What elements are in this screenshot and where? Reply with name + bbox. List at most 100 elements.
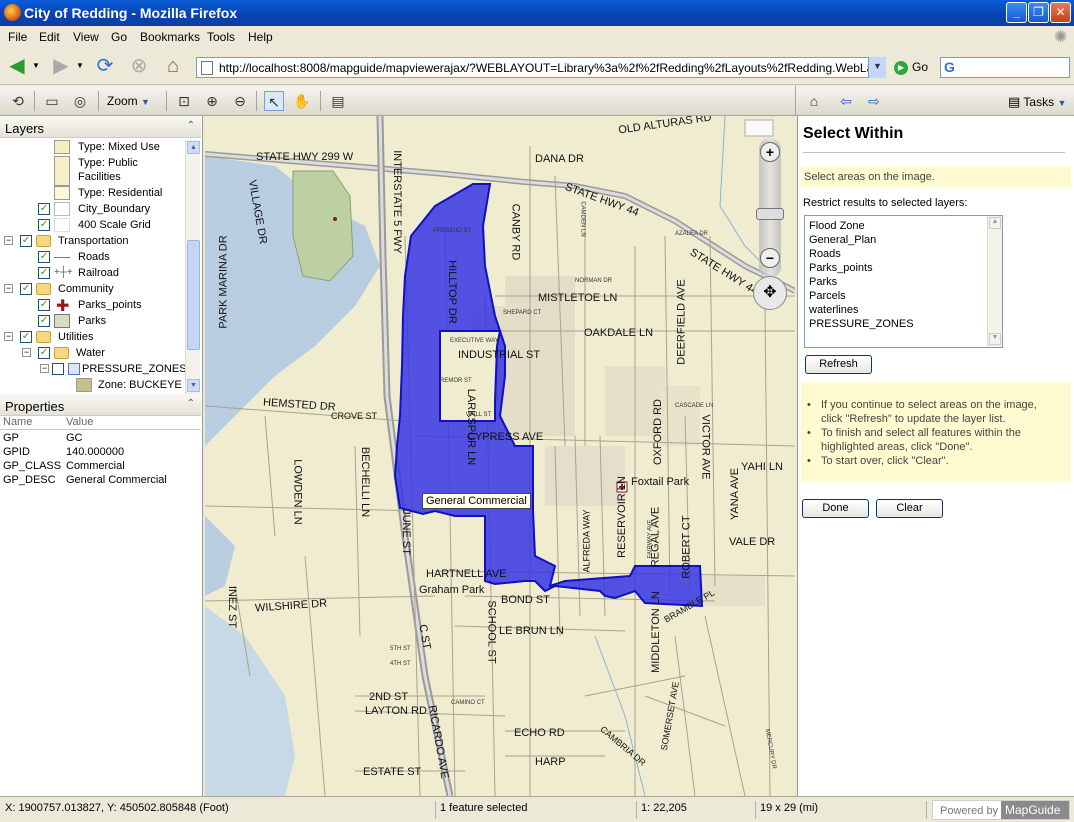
legend-swatch [76,378,92,392]
zoom-out-icon[interactable]: − [760,248,780,268]
layer-select-list[interactable]: Flood Zone General_Plan Roads Parks_poin… [804,215,1003,348]
zoom-rectangle-icon[interactable]: ⊡ [174,91,194,111]
instructions-box: • If you continue to select areas on the… [801,382,1071,482]
close-button[interactable]: ✕ [1050,2,1071,23]
group-checkbox[interactable]: ✓ [20,235,32,247]
street-label: CAMDEN LN [579,201,586,237]
list-item[interactable]: Parcels [809,290,846,302]
list-item[interactable]: General_Plan [809,234,876,246]
layer-checkbox[interactable]: ✓ [38,315,50,327]
search-field[interactable]: G [940,57,1070,78]
map-canvas[interactable]: STATE HWY 299 W DANA DR OLD ALTURAS RD S… [205,116,795,796]
refresh-button[interactable]: Refresh [805,355,872,374]
task-icon[interactable]: ▤ [328,91,348,111]
street-label: SCHOOL ST [485,600,498,664]
toolbar-separator [320,91,321,111]
menu-tools[interactable]: Tools [207,30,235,44]
list-item[interactable]: Flood Zone [809,220,865,232]
google-icon: G [944,59,955,75]
reload-icon[interactable]: ⟳ [92,55,118,77]
zoom-in-icon[interactable]: ⊕ [202,91,222,111]
layer-checkbox[interactable]: ✓ [38,219,50,231]
zoom-menu[interactable]: Zoom ▼ [107,94,150,108]
menu-go[interactable]: Go [111,30,127,44]
pan-arrows-icon[interactable]: ✥ [753,276,787,310]
zoom-out-icon[interactable]: ⊖ [230,91,250,111]
pan-icon[interactable]: ✋ [292,91,312,111]
task-back-icon[interactable]: ⇦ [836,91,856,111]
menu-view[interactable]: View [73,30,99,44]
tasks-label: Tasks [1023,95,1055,109]
scroll-thumb[interactable] [187,240,200,350]
legend-label: Zone: BUCKEYE [98,379,182,391]
back-dropdown-icon[interactable]: ▼ [30,55,42,77]
menu-edit[interactable]: Edit [39,30,60,44]
group-label: Transportation [58,235,129,247]
go-button[interactable]: ▶ Go [894,60,928,75]
buffer-icon[interactable]: ◎ [70,91,90,111]
back-icon[interactable]: ◀ [4,55,30,77]
scroll-down-icon[interactable]: ▼ [187,379,200,392]
url-field[interactable]: http://localhost:8008/mapguide/mapviewer… [196,57,886,78]
legend-label: Type: Public [78,157,138,169]
task-heading: Select Within [803,125,904,142]
forward-dropdown-icon[interactable]: ▼ [74,55,86,77]
scroll-up-icon[interactable]: ▲ [187,141,200,154]
layer-checkbox[interactable]: ✓ [38,251,50,263]
properties-title: Properties [5,399,65,414]
forward-icon[interactable]: ▶ [48,55,74,77]
legend-swatch [54,156,70,186]
collapse-toggle-icon[interactable]: − [4,284,13,293]
minimize-button[interactable]: _ [1006,2,1027,23]
menu-file[interactable]: File [8,30,27,44]
list-scrollbar[interactable]: ▲ ▼ [987,216,1002,347]
layer-checkbox[interactable]: ✓ [38,299,50,311]
url-dropdown-icon[interactable]: ▼ [868,57,886,78]
menu-help[interactable]: Help [248,30,273,44]
collapse-icon[interactable]: ⌃ [187,120,195,131]
layer-checkbox[interactable] [52,363,64,375]
layer-checkbox[interactable]: ✓ [38,267,50,279]
collapse-toggle-icon[interactable]: − [22,348,31,357]
list-item[interactable]: Parks_points [809,262,873,274]
layers-scrollbar[interactable]: ▲ ▼ [185,140,200,394]
list-item[interactable]: Roads [809,248,841,260]
list-item[interactable]: PRESSURE_ZONES [809,318,914,330]
tasks-menu[interactable]: ▤ Tasks ▼ [1008,94,1066,110]
task-home-icon[interactable]: ⌂ [804,91,824,111]
list-item[interactable]: waterlines [809,304,859,316]
property-name: GP_CLASS [3,460,62,472]
group-label: Water [76,347,105,359]
menu-bookmarks[interactable]: Bookmarks [140,30,200,44]
done-button[interactable]: Done [802,499,869,518]
collapse-toggle-icon[interactable]: − [4,236,13,245]
scroll-up-icon[interactable]: ▲ [989,217,1001,229]
list-item[interactable]: Parks [809,276,837,288]
scroll-down-icon[interactable]: ▼ [989,333,1001,345]
collapse-toggle-icon[interactable]: − [40,364,49,373]
zoom-in-icon[interactable]: + [760,142,780,162]
street-label: LAYTON RD [365,705,427,717]
measure-icon[interactable]: ▭ [42,91,62,111]
select-arrow-icon[interactable]: ↖ [264,91,284,111]
zoom-slider[interactable]: + − ✥ [753,138,787,318]
group-checkbox[interactable]: ✓ [20,331,32,343]
maximize-button[interactable]: ❐ [1028,2,1049,23]
collapse-icon[interactable]: ⌃ [187,398,195,409]
layer-checkbox[interactable]: ✓ [38,203,50,215]
collapse-toggle-icon[interactable]: − [4,332,13,341]
group-checkbox[interactable]: ✓ [38,347,50,359]
task-forward-icon[interactable]: ⇨ [864,91,884,111]
street-label: HILLTOP DR [445,260,458,324]
home-icon[interactable]: ⌂ [160,55,186,77]
stop-icon[interactable]: ⊗ [126,55,152,77]
group-checkbox[interactable]: ✓ [20,283,32,295]
clear-button[interactable]: Clear [876,499,943,518]
instruction-text: To finish and select all features within… [821,427,1021,453]
zoom-thumb[interactable] [756,208,784,220]
refresh-map-icon[interactable]: ⟲ [8,91,28,111]
instruction-text: To start over, click "Clear". [821,455,949,467]
street-label: ALFREDA WAY [581,509,592,573]
layer-label: PRESSURE_ZONES [82,363,186,375]
divider [803,152,1065,153]
